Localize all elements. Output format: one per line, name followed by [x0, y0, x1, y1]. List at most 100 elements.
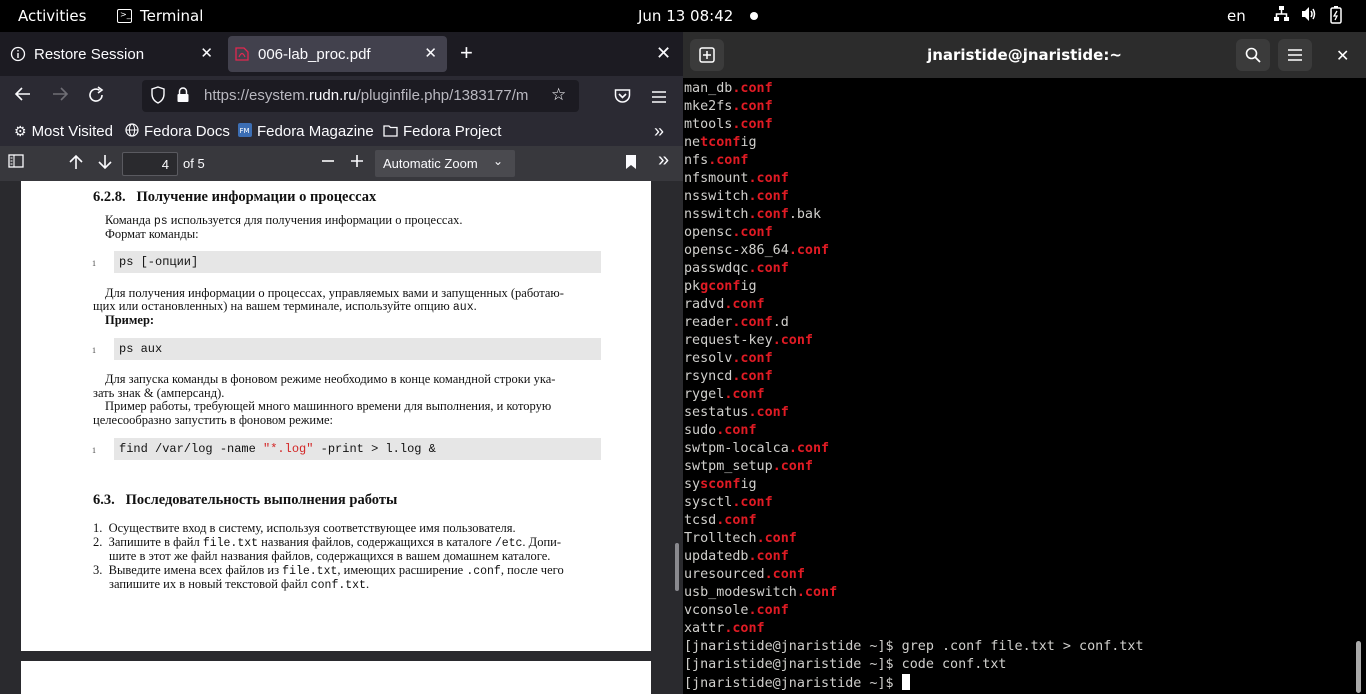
- grep-match-highlight: .conf: [788, 441, 830, 456]
- tools-chevron-icon[interactable]: »: [658, 150, 669, 170]
- info-icon: [10, 46, 26, 62]
- lock-icon[interactable]: [176, 87, 190, 102]
- terminal-line: [jnaristide@jnaristide ~]$ code conf.txt: [684, 656, 1344, 674]
- terminal-text: mke2fs: [684, 99, 733, 114]
- bookmark-fedora-docs[interactable]: Fedora Docs: [125, 123, 230, 140]
- bookmark-current-view-icon[interactable]: [625, 154, 637, 174]
- hamburger-menu-button[interactable]: [1278, 39, 1312, 71]
- tab-restore-session[interactable]: Restore Session ✕: [8, 36, 223, 72]
- grep-match-highlight: .conf: [788, 243, 830, 258]
- terminal-line: mtools.conf: [684, 116, 1344, 134]
- page-number-input[interactable]: 4: [122, 152, 178, 176]
- bookmark-fedora-magazine[interactable]: FM Fedora Magazine: [238, 123, 374, 140]
- close-tab-icon[interactable]: ✕: [200, 44, 213, 62]
- list-item-continuation: запишите их в новый текстовой файл conf.…: [109, 577, 370, 592]
- pdf-icon: [234, 46, 250, 62]
- paragraph-line: Для запуска команды в фоновом режиме нео…: [105, 372, 556, 386]
- keyboard-layout-indicator[interactable]: en: [1227, 7, 1246, 25]
- terminal-scrollbar[interactable]: [1356, 641, 1361, 693]
- bookmarks-overflow-chevron-icon[interactable]: »: [654, 121, 664, 142]
- previous-page-icon[interactable]: [68, 154, 84, 174]
- terminal-line: nfsmount.conf: [684, 170, 1344, 188]
- clock[interactable]: Jun 13 08:42: [638, 7, 733, 25]
- grep-match-highlight: .conf: [732, 351, 773, 366]
- zoom-out-icon[interactable]: [321, 154, 335, 172]
- terminal-line: rygel.conf: [684, 386, 1344, 404]
- back-button[interactable]: [14, 86, 32, 106]
- next-page-icon[interactable]: [97, 154, 113, 174]
- terminal-text: nfsmount: [684, 171, 749, 186]
- page-count: of 5: [183, 156, 205, 171]
- terminal-line: vconsole.conf: [684, 602, 1344, 620]
- bookmark-most-visited[interactable]: ⚙ Most Visited: [14, 123, 113, 140]
- grep-match-highlight: .conf: [748, 207, 789, 222]
- terminal-line: mke2fs.conf: [684, 98, 1344, 116]
- pocket-icon[interactable]: [614, 88, 631, 108]
- terminal-line: updatedb.conf: [684, 548, 1344, 566]
- terminal-text: .d: [772, 315, 789, 330]
- grep-match-highlight: sconf: [700, 477, 741, 492]
- grep-match-highlight: .conf: [748, 189, 789, 204]
- grep-match-highlight: .conf: [772, 333, 813, 348]
- grep-match-highlight: .conf: [732, 495, 773, 510]
- terminal-text: usb_modeswitch: [684, 585, 797, 600]
- bookmark-fedora-project[interactable]: Fedora Project: [383, 123, 501, 140]
- zoom-in-icon[interactable]: [350, 154, 364, 172]
- grep-match-highlight: .conf: [708, 153, 749, 168]
- url-bar[interactable]: https://esystem.rudn.ru/pluginfile.php/1…: [142, 80, 579, 112]
- search-button[interactable]: [1236, 39, 1270, 71]
- bookmark-star-icon[interactable]: ☆: [551, 85, 566, 105]
- terminal-text: request-key: [684, 333, 773, 348]
- terminal-output[interactable]: man_db.conf mke2fs.conf mtools.conf netconf…: [684, 80, 1344, 694]
- terminal-line: nfs.conf: [684, 152, 1344, 170]
- zoom-select[interactable]: Automatic Zoom ⌄: [375, 150, 515, 177]
- grep-match-highlight: .conf: [732, 369, 773, 384]
- terminal-text: sy: [684, 477, 701, 492]
- terminal-line: sysctl.conf: [684, 494, 1344, 512]
- tab-bar: Restore Session ✕ 006-lab_proc.pdf ✕ + ✕: [0, 32, 683, 76]
- tracking-protection-shield-icon[interactable]: [150, 86, 166, 108]
- activities-button[interactable]: Activities: [18, 7, 86, 25]
- grep-match-highlight: .conf: [764, 567, 805, 582]
- close-tab-icon[interactable]: ✕: [424, 44, 437, 62]
- code-block: ps [-опции]: [114, 251, 601, 273]
- close-window-button[interactable]: ✕: [656, 43, 671, 64]
- forward-button[interactable]: [51, 86, 69, 106]
- reload-button[interactable]: [87, 86, 105, 108]
- grep-match-highlight: .conf: [732, 117, 773, 132]
- terminal-line: [jnaristide@jnaristide ~]$ grep .conf fi…: [684, 638, 1344, 656]
- sidebar-toggle-icon[interactable]: [8, 154, 24, 172]
- notification-dot-icon: [750, 12, 758, 20]
- example-label: Пример:: [105, 313, 155, 327]
- terminal-cursor: [901, 674, 910, 690]
- tab-label: 006-lab_proc.pdf: [258, 45, 371, 63]
- terminal-line: opensc.conf: [684, 224, 1344, 242]
- terminal-line: passwdqc.conf: [684, 260, 1344, 278]
- terminal-line: sysconfig: [684, 476, 1344, 494]
- terminal-line: opensc-x86_64.conf: [684, 242, 1344, 260]
- pdf-toolbar: 4 of 5 Automatic Zoom ⌄ »: [0, 146, 683, 181]
- terminal-text: opensc-x86_64: [684, 243, 789, 258]
- grep-match-highlight: .conf: [796, 585, 838, 600]
- pdf-scrollbar[interactable]: [675, 543, 679, 591]
- pdf-next-page: [21, 661, 651, 694]
- terminal-line: [jnaristide@jnaristide ~]$: [684, 674, 1344, 692]
- new-tab-button[interactable]: +: [460, 42, 473, 64]
- terminal-icon: >_: [117, 9, 132, 23]
- bookmarks-toolbar: ⚙ Most Visited Fedora Docs FM Fedora Mag…: [0, 118, 683, 146]
- terminal-line: radvd.conf: [684, 296, 1344, 314]
- app-menu-button[interactable]: >_ Terminal: [117, 7, 203, 25]
- paragraph-line: Формат команды:: [105, 227, 199, 241]
- pdf-viewer[interactable]: 6.2.8. Получение информации о процессах …: [0, 181, 683, 694]
- app-menu-icon[interactable]: [651, 88, 667, 108]
- close-window-button[interactable]: ✕: [1336, 46, 1349, 65]
- system-tray[interactable]: [1274, 6, 1342, 28]
- terminal-text: [jnaristide@jnaristide ~]$ code conf.txt: [684, 657, 1007, 672]
- grep-match-highlight: .conf: [756, 531, 797, 546]
- volume-icon: [1301, 6, 1318, 28]
- list-item: 2. Запишите в файл file.txt названия фай…: [93, 535, 561, 550]
- grep-match-highlight: .conf: [772, 459, 813, 474]
- tab-pdf[interactable]: 006-lab_proc.pdf ✕: [228, 36, 447, 72]
- terminal-text: [jnaristide@jnaristide ~]$: [684, 676, 902, 691]
- list-item: 3. Выведите имена всех файлов из file.tx…: [93, 563, 564, 578]
